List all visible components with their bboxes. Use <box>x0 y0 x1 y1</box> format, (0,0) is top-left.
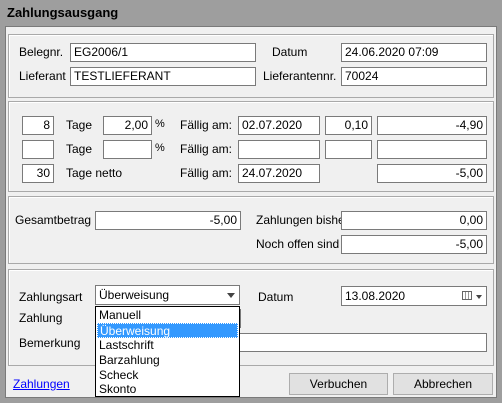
skonto2-tage-label: Tage <box>66 142 93 156</box>
chevron-down-icon[interactable] <box>476 295 482 299</box>
zahlungsart-selected-value: Überweisung <box>99 288 170 302</box>
option-skonto[interactable]: Skonto <box>97 382 238 397</box>
skonto2-percent-field[interactable] <box>103 140 152 159</box>
datum-field[interactable]: 24.06.2020 07:09 <box>341 43 487 62</box>
noch-offen-field[interactable]: -5,00 <box>341 235 487 254</box>
option-barzahlung[interactable]: Barzahlung <box>97 353 238 368</box>
window-title: Zahlungsausgang <box>7 5 119 20</box>
lieferantennr-label: Lieferantennr. <box>263 69 337 83</box>
payment-datum-label: Datum <box>258 290 294 304</box>
netto-days-field[interactable]: 30 <box>22 164 54 183</box>
netto-total-field[interactable]: -5,00 <box>377 164 487 183</box>
option-scheck[interactable]: Scheck <box>97 368 238 383</box>
skonto1-tage-label: Tage <box>66 118 93 132</box>
zahlungen-bisher-field[interactable]: 0,00 <box>341 211 487 230</box>
payment-date-value: 13.08.2020 <box>345 289 406 303</box>
gesamtbetrag-label: Gesamtbetrag <box>15 213 92 227</box>
datum-label: Datum <box>272 45 308 59</box>
zahlungsart-dropdown-list[interactable]: Manuell Überweisung Lastschrift Barzahlu… <box>95 306 240 397</box>
skonto2-percent-sign: % <box>155 142 165 154</box>
title-bar[interactable]: Zahlungsausgang <box>0 0 502 26</box>
lieferant-label: Lieferant <box>19 69 66 83</box>
option-ueberweisung[interactable]: Überweisung <box>97 323 238 338</box>
gesamtbetrag-field[interactable]: -5,00 <box>95 211 241 230</box>
chevron-down-icon[interactable] <box>227 293 235 298</box>
verbuchen-button[interactable]: Verbuchen <box>289 373 388 395</box>
belegnr-field[interactable]: EG2006/1 <box>70 43 256 62</box>
option-manuell[interactable]: Manuell <box>97 308 238 323</box>
netto-faellig-label: Fällig am: <box>180 166 233 180</box>
skonto1-percent-field[interactable]: 2,00 <box>103 116 152 135</box>
skonto1-faellig-label: Fällig am: <box>180 118 233 132</box>
payment-date-picker[interactable]: 13.08.2020 <box>341 286 487 306</box>
lieferant-field[interactable]: TESTLIEFERANT <box>70 67 256 86</box>
calendar-icon[interactable] <box>462 291 472 300</box>
dialog-window: Zahlungsausgang Belegnr. EG2006/1 Datum … <box>0 0 502 403</box>
skonto2-total-field[interactable] <box>377 140 487 159</box>
netto-tage-label: Tage netto <box>66 166 123 180</box>
zahlungsart-combo[interactable]: Überweisung <box>95 285 240 305</box>
skonto1-total-field[interactable]: -4,90 <box>377 116 487 135</box>
skonto1-days-field[interactable]: 8 <box>22 116 54 135</box>
bemerkung-label: Bemerkung <box>19 336 81 350</box>
skonto2-date-field[interactable] <box>238 140 320 159</box>
skonto2-days-field[interactable] <box>22 140 54 159</box>
skonto1-date-field[interactable]: 02.07.2020 <box>238 116 320 135</box>
zahlungen-bisher-label: Zahlungen bisher <box>256 213 349 227</box>
option-lastschrift[interactable]: Lastschrift <box>97 338 238 353</box>
netto-date-field[interactable]: 24.07.2020 <box>238 164 320 183</box>
abbrechen-button[interactable]: Abbrechen <box>393 373 493 395</box>
skonto2-faellig-label: Fällig am: <box>180 142 233 156</box>
noch-offen-label: Noch offen sind <box>256 237 340 251</box>
zahlung-label: Zahlung <box>19 311 63 325</box>
lieferantennr-field[interactable]: 70024 <box>341 67 487 86</box>
skonto1-percent-sign: % <box>155 118 165 130</box>
zahlungen-link[interactable]: Zahlungen <box>13 377 70 391</box>
belegnr-label: Belegnr. <box>19 45 64 59</box>
zahlungsart-label: Zahlungsart <box>19 290 83 304</box>
skonto2-amount-field[interactable] <box>325 140 372 159</box>
skonto1-amount-field[interactable]: 0,10 <box>325 116 372 135</box>
